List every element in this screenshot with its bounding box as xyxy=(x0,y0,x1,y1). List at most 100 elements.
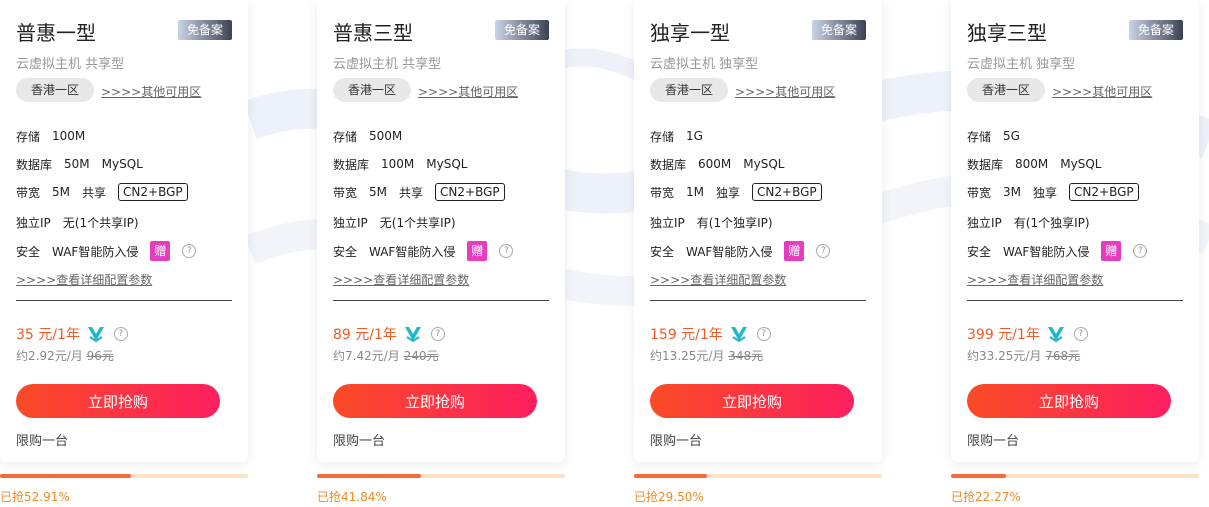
help-icon[interactable]: ? xyxy=(816,244,831,258)
spec-label: 数据库 xyxy=(967,157,1004,172)
spec-value: 100M xyxy=(381,157,415,171)
price-text: 399 元/1年 xyxy=(967,327,1040,343)
buy-now-button[interactable]: 立即抢购 xyxy=(650,384,854,418)
region-chip[interactable]: 香港一区 xyxy=(16,78,94,102)
no-filing-badge: 免备案 xyxy=(178,20,232,40)
spec-value: WAF智能防入侵 xyxy=(686,244,773,259)
spec-label: 存储 xyxy=(16,129,41,144)
spec-security: 安全 WAF智能防入侵 赠 ? xyxy=(650,241,842,261)
spec-value: WAF智能防入侵 xyxy=(1003,244,1090,259)
spec-db-type: MySQL xyxy=(743,157,785,171)
region-chip[interactable]: 香港一区 xyxy=(967,78,1045,102)
spec-value: 100M xyxy=(52,129,86,143)
spec-label: 安全 xyxy=(16,244,41,259)
spec-value: 500M xyxy=(369,129,403,143)
sold-progress-bar xyxy=(951,474,1199,478)
spec-value: WAF智能防入侵 xyxy=(52,244,139,259)
gift-icon: 赠 xyxy=(784,241,805,261)
spec-label: 存储 xyxy=(967,129,992,144)
spec-ip: 独立IP 有(1个独享IP) xyxy=(967,212,1102,232)
divider xyxy=(967,300,1183,301)
spec-label: 数据库 xyxy=(333,157,370,172)
price-row: 159 元/1年 ? xyxy=(650,324,771,344)
spec-value: 无(1个共享IP) xyxy=(379,215,456,230)
gift-icon: 赠 xyxy=(467,241,488,261)
spec-label: 带宽 xyxy=(16,185,41,200)
buy-now-button[interactable]: 立即抢购 xyxy=(333,384,537,418)
purchase-limit: 限购一台 xyxy=(650,434,703,449)
help-icon[interactable]: ? xyxy=(756,327,771,341)
plan-subtitle: 云虚拟主机 独享型 xyxy=(650,57,759,72)
plan-title: 独享三型 xyxy=(967,21,1047,45)
divider xyxy=(650,300,866,301)
help-icon[interactable]: ? xyxy=(113,327,128,341)
no-filing-badge: 免备案 xyxy=(495,20,549,40)
detail-config-link[interactable]: >>>>查看详细配置参数 xyxy=(333,271,469,288)
cn2-bgp-tag: CN2+BGP xyxy=(118,183,188,201)
spec-value: 600M xyxy=(698,157,732,171)
no-filing-badge: 免备案 xyxy=(1129,20,1183,40)
sold-progress-fill xyxy=(317,474,421,478)
buy-now-button[interactable]: 立即抢购 xyxy=(16,384,220,418)
gift-icon: 赠 xyxy=(150,241,171,261)
detail-config-link[interactable]: >>>>查看详细配置参数 xyxy=(16,271,152,288)
other-regions-link[interactable]: >>>>其他可用区 xyxy=(418,83,518,100)
spec-security: 安全 WAF智能防入侵 赠 ? xyxy=(16,241,208,261)
help-icon[interactable]: ? xyxy=(1073,327,1088,341)
spec-value: 有(1个独享IP) xyxy=(696,215,773,230)
spec-bandwidth: 带宽 5M 共享 CN2+BGP xyxy=(16,182,188,202)
region-chip[interactable]: 香港一区 xyxy=(650,78,728,102)
spec-value: 1M xyxy=(686,185,705,199)
spec-storage: 存储 5G xyxy=(967,126,1032,146)
price-row: 35 元/1年 ? xyxy=(16,324,128,344)
spec-label: 存储 xyxy=(650,129,675,144)
spec-storage: 存储 500M xyxy=(333,126,414,146)
spec-bw-type: 独享 xyxy=(716,185,741,200)
spec-value: 800M xyxy=(1015,157,1049,171)
spec-value: 无(1个共享IP) xyxy=(62,215,139,230)
region-chip[interactable]: 香港一区 xyxy=(333,78,411,102)
sold-percent: 已抢29.50% xyxy=(634,490,704,504)
help-icon[interactable]: ? xyxy=(1133,244,1148,258)
spec-label: 独立IP xyxy=(333,215,368,230)
monthly-price-text: 约7.42元/月 xyxy=(333,349,400,363)
sold-percent: 已抢41.84% xyxy=(317,490,387,504)
spec-label: 安全 xyxy=(967,244,992,259)
divider xyxy=(16,300,232,301)
help-icon[interactable]: ? xyxy=(499,244,514,258)
help-icon[interactable]: ? xyxy=(182,244,197,258)
other-regions-link[interactable]: >>>>其他可用区 xyxy=(101,83,201,100)
spec-database: 数据库 600M MySQL xyxy=(650,154,796,174)
spec-ip: 独立IP 无(1个共享IP) xyxy=(333,212,468,232)
spec-label: 带宽 xyxy=(333,185,358,200)
monthly-price-text: 约2.92元/月 xyxy=(16,349,83,363)
spec-label: 数据库 xyxy=(650,157,687,172)
spec-bandwidth: 带宽 5M 共享 CN2+BGP xyxy=(333,182,505,202)
spec-label: 独立IP xyxy=(967,215,1002,230)
spec-db-type: MySQL xyxy=(1060,157,1102,171)
spec-value: WAF智能防入侵 xyxy=(369,244,456,259)
other-regions-link[interactable]: >>>>其他可用区 xyxy=(1052,83,1152,100)
help-icon[interactable]: ? xyxy=(430,327,445,341)
spec-label: 带宽 xyxy=(967,185,992,200)
spec-label: 独立IP xyxy=(16,215,51,230)
price-row: 399 元/1年 ? xyxy=(967,324,1088,344)
spec-value: 3M xyxy=(1003,185,1022,199)
original-price: 96元 xyxy=(86,349,114,363)
detail-config-link[interactable]: >>>>查看详细配置参数 xyxy=(650,271,786,288)
plan-card: 独享三型 免备案 云虚拟主机 独享型 香港一区 >>>>其他可用区 存储 5G … xyxy=(951,0,1199,462)
other-regions-link[interactable]: >>>>其他可用区 xyxy=(735,83,835,100)
detail-config-link[interactable]: >>>>查看详细配置参数 xyxy=(967,271,1103,288)
spec-bandwidth: 带宽 1M 独享 CN2+BGP xyxy=(650,182,822,202)
buy-now-button[interactable]: 立即抢购 xyxy=(967,384,1171,418)
spec-ip: 独立IP 有(1个独享IP) xyxy=(650,212,785,232)
divider xyxy=(333,300,549,301)
spec-label: 数据库 xyxy=(16,157,53,172)
spec-database: 数据库 800M MySQL xyxy=(967,154,1113,174)
gift-icon: 赠 xyxy=(1101,241,1122,261)
spec-value: 5M xyxy=(52,185,71,199)
spec-value: 有(1个独享IP) xyxy=(1013,215,1090,230)
price-text: 35 元/1年 xyxy=(16,327,80,343)
sold-percent: 已抢52.91% xyxy=(0,490,70,504)
spec-ip: 独立IP 无(1个共享IP) xyxy=(16,212,151,232)
